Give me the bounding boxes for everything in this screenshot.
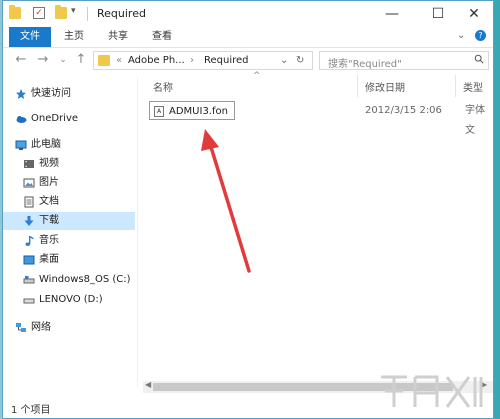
nav-label: 桌面 <box>39 254 59 265</box>
properties-icon[interactable]: ✓ <box>33 7 45 19</box>
address-dropdown-icon[interactable]: ⌄ <box>280 55 288 66</box>
nav-onedrive[interactable]: OneDrive <box>3 110 135 128</box>
nav-music[interactable]: 音乐 <box>3 232 135 250</box>
file-row[interactable]: A ADMUI3.fon 2012/3/15 2:06 字体文 <box>149 101 493 136</box>
pictures-icon <box>23 178 35 188</box>
folder-icon <box>9 5 21 19</box>
nav-this-pc[interactable]: 此电脑 <box>3 136 135 154</box>
documents-icon <box>24 196 34 208</box>
sort-ascending-icon: ^ <box>253 71 261 81</box>
close-button[interactable]: ✕ <box>457 1 491 27</box>
search-box[interactable]: 搜索"Required" <box>319 51 489 70</box>
nav-label: OneDrive <box>31 113 79 124</box>
explorer-window: ✓ ▾ Required — ☐ ✕ 文件 主页 共享 查看 ⌄ ? ← → ⌄… <box>2 0 494 419</box>
recent-locations-icon[interactable]: ⌄ <box>55 55 71 65</box>
download-icon <box>24 216 34 226</box>
computer-icon <box>15 140 27 150</box>
search-icon[interactable] <box>474 54 484 64</box>
breadcrumb-required[interactable]: Required <box>204 55 249 66</box>
file-name: ADMUI3.fon <box>169 106 228 117</box>
nav-videos[interactable]: 视频 <box>3 155 135 173</box>
nav-label: 视频 <box>39 158 59 169</box>
search-placeholder: 搜索"Required" <box>328 59 402 70</box>
file-type: 字体文 <box>465 105 485 136</box>
nav-label: 图片 <box>39 177 59 188</box>
nav-downloads[interactable]: 下载 <box>3 212 135 230</box>
forward-button[interactable]: → <box>35 52 51 67</box>
nav-label: Windows8_OS (C:) <box>39 274 131 285</box>
nav-documents[interactable]: 文档 <box>3 193 135 211</box>
desktop-background-right <box>494 0 500 419</box>
desktop-icon <box>23 255 35 265</box>
help-icon[interactable]: ? <box>475 30 486 41</box>
navigation-pane: 快速访问 OneDrive 此电脑 视频 图片 文档 下载 音乐 桌面 Wind… <box>3 77 135 387</box>
expand-ribbon-icon[interactable]: ⌄ <box>457 30 465 41</box>
window-title: Required <box>97 7 146 20</box>
scroll-left-icon[interactable]: ◀ <box>145 380 151 389</box>
tab-home[interactable]: 主页 <box>59 27 89 47</box>
nav-pictures[interactable]: 图片 <box>3 174 135 192</box>
breadcrumb-overflow[interactable]: « <box>116 55 122 66</box>
back-button[interactable]: ← <box>13 52 29 67</box>
nav-label: 下载 <box>39 215 59 226</box>
column-header-type[interactable]: 类型 <box>463 79 483 94</box>
nav-label: 音乐 <box>39 235 59 246</box>
tab-view[interactable]: 查看 <box>147 27 177 47</box>
breadcrumb-separator: › <box>190 55 194 66</box>
minimize-button[interactable]: — <box>375 1 409 27</box>
folder-icon <box>98 55 110 66</box>
drive-icon <box>23 298 35 304</box>
ribbon: 文件 主页 共享 查看 ⌄ ? <box>3 27 493 48</box>
address-bar[interactable]: « Adobe Ph... › Required ⌄ ↻ <box>93 51 313 70</box>
watermark-logo <box>381 375 483 408</box>
nav-quick-access[interactable]: 快速访问 <box>3 85 135 103</box>
column-header-name[interactable]: 名称 <box>153 79 173 94</box>
nav-label: 网络 <box>31 322 51 333</box>
nav-label: LENOVO (D:) <box>39 294 103 305</box>
pane-divider <box>137 77 138 387</box>
star-icon <box>16 89 26 99</box>
breadcrumb-adobe[interactable]: Adobe Ph... <box>128 55 185 66</box>
nav-label: 文档 <box>39 196 59 207</box>
nav-label: 快速访问 <box>31 88 71 99</box>
video-icon <box>24 160 34 168</box>
title-divider <box>87 7 88 21</box>
quick-access-dropdown-icon[interactable]: ▾ <box>71 6 76 16</box>
tab-share[interactable]: 共享 <box>103 27 133 47</box>
nav-desktop[interactable]: 桌面 <box>3 251 135 269</box>
file-modified: 2012/3/15 2:06 <box>365 105 442 116</box>
drive-icon <box>23 276 35 284</box>
file-list: ^ 名称 修改日期 类型 A ADMUI3.fon 2012/3/15 2:06… <box>143 71 493 393</box>
network-icon <box>16 323 26 332</box>
column-separator[interactable] <box>455 75 456 97</box>
nav-drive-d[interactable]: LENOVO (D:) <box>3 291 135 309</box>
up-button[interactable]: ↑ <box>73 52 89 67</box>
nav-drive-c[interactable]: Windows8_OS (C:) <box>3 271 135 289</box>
maximize-button[interactable]: ☐ <box>421 1 455 27</box>
column-separator[interactable] <box>357 75 358 97</box>
tab-file[interactable]: 文件 <box>9 27 51 47</box>
font-file-icon: A <box>154 106 164 117</box>
nav-label: 此电脑 <box>31 139 61 150</box>
annotation-arrow <box>201 129 251 273</box>
item-count: 1 个项目 <box>11 405 51 416</box>
navigation-bar: ← → ⌄ ↑ « Adobe Ph... › Required ⌄ ↻ 搜索"… <box>3 48 493 74</box>
new-folder-icon[interactable] <box>55 5 67 19</box>
title-bar: ✓ ▾ Required — ☐ ✕ <box>3 1 493 27</box>
refresh-icon[interactable]: ↻ <box>296 55 304 66</box>
nav-network[interactable]: 网络 <box>3 319 135 337</box>
file-name-cell[interactable]: A ADMUI3.fon <box>149 101 235 120</box>
cloud-icon <box>16 116 27 123</box>
column-header-modified[interactable]: 修改日期 <box>365 79 405 94</box>
music-icon <box>25 236 34 246</box>
